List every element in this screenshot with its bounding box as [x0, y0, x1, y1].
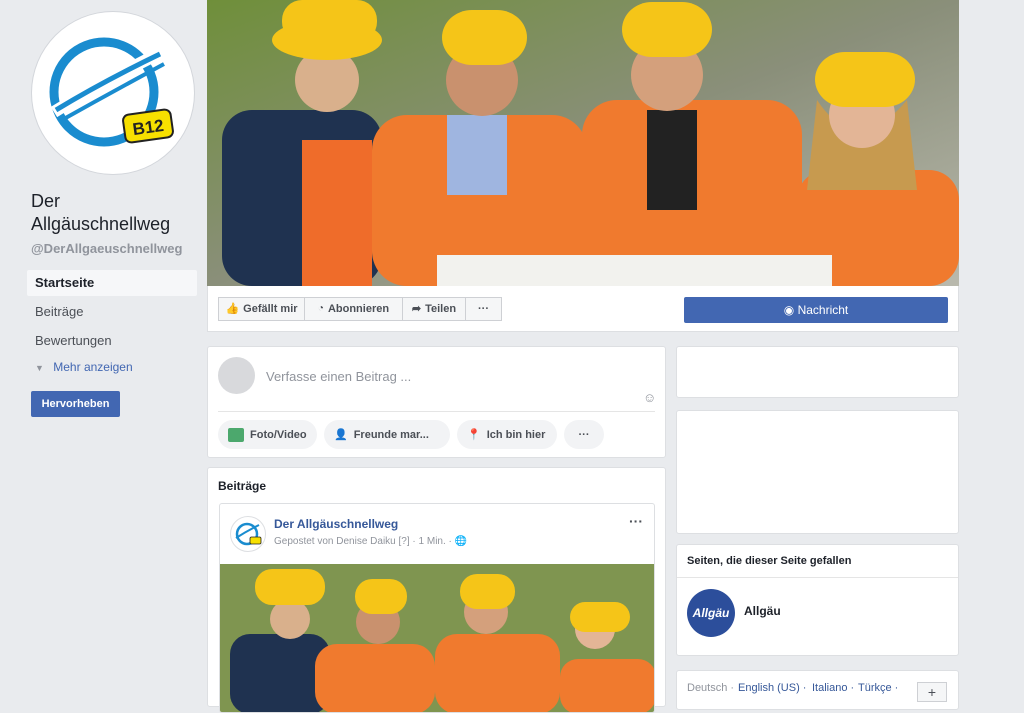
language-turkish[interactable]: Türkçe ·	[858, 682, 898, 694]
post-options-button[interactable]: ···	[629, 513, 643, 529]
thumbs-up-icon: 👍	[225, 303, 240, 315]
composer-divider	[218, 411, 655, 412]
location-pin-icon: 📍	[467, 429, 481, 441]
send-message-button[interactable]: ◉ Nachricht	[684, 297, 948, 323]
nav-home[interactable]: Startseite	[27, 270, 197, 296]
highlight-button[interactable]: Hervorheben	[31, 391, 120, 417]
photo-icon	[228, 427, 244, 442]
nav-posts[interactable]: Beiträge	[27, 299, 197, 325]
language-english[interactable]: English (US) ·	[738, 682, 806, 694]
cover-photo[interactable]	[207, 0, 959, 286]
allgaeu-logo[interactable]: Allgäu	[687, 589, 735, 637]
cover-image	[207, 0, 959, 286]
share-button[interactable]: ➦ Teilen	[403, 297, 466, 321]
nav-show-more[interactable]: ▼ Mehr anzeigen	[35, 360, 133, 374]
composer-input[interactable]: Verfasse einen Beitrag ...	[266, 369, 411, 384]
tag-friends-button[interactable]: 👤 Freunde mar...	[324, 420, 450, 449]
page-title: Der Allgäuschnellweg	[31, 191, 171, 234]
allgaeuschnellweg-logo-small	[235, 522, 262, 546]
add-language-button[interactable]: +	[917, 682, 947, 702]
post-author-name[interactable]: Der Allgäuschnellweg	[274, 517, 398, 531]
post-author-avatar[interactable]	[230, 516, 266, 552]
liked-pages-divider	[677, 577, 958, 578]
caret-down-icon: ▼	[35, 363, 44, 373]
composer-more-button[interactable]: ···	[564, 420, 604, 449]
liked-page-name[interactable]: Allgäu	[744, 604, 781, 618]
like-page-button[interactable]: 👍 Gefällt mir	[218, 297, 305, 321]
share-arrow-icon: ➦	[411, 303, 422, 315]
page-handle: @DerAllgaeuschnellweg	[31, 241, 183, 256]
post-meta: Gepostet von Denise Daiku [?] · 1 Min. ·…	[274, 536, 468, 547]
right-card-2	[676, 410, 959, 534]
messenger-icon: ◉	[783, 303, 795, 317]
allgaeuschnellweg-logo: B12	[49, 37, 174, 147]
posts-heading: Beiträge	[218, 479, 267, 493]
photo-video-button[interactable]: Foto/Video	[218, 420, 317, 449]
language-italian[interactable]: Italiano ·	[812, 682, 854, 694]
tag-friends-icon: 👤	[334, 429, 348, 441]
follow-button[interactable]: ◔ Abonnieren	[305, 297, 403, 321]
checkin-button[interactable]: 📍 Ich bin hier	[457, 420, 557, 449]
right-card-1	[676, 346, 959, 398]
post-image[interactable]	[220, 564, 655, 713]
rss-icon: ◔	[317, 303, 324, 314]
page-profile-picture[interactable]: B12	[32, 12, 194, 174]
more-actions-button[interactable]: ···	[466, 297, 502, 321]
language-current: Deutsch ·	[687, 682, 735, 694]
composer-avatar	[218, 357, 255, 394]
emoji-icon[interactable]: ☺	[643, 390, 656, 405]
globe-icon: 🌐	[454, 536, 468, 547]
post-card	[219, 503, 655, 713]
nav-reviews[interactable]: Bewertungen	[27, 328, 197, 354]
liked-pages-heading: Seiten, die dieser Seite gefallen	[687, 555, 852, 567]
